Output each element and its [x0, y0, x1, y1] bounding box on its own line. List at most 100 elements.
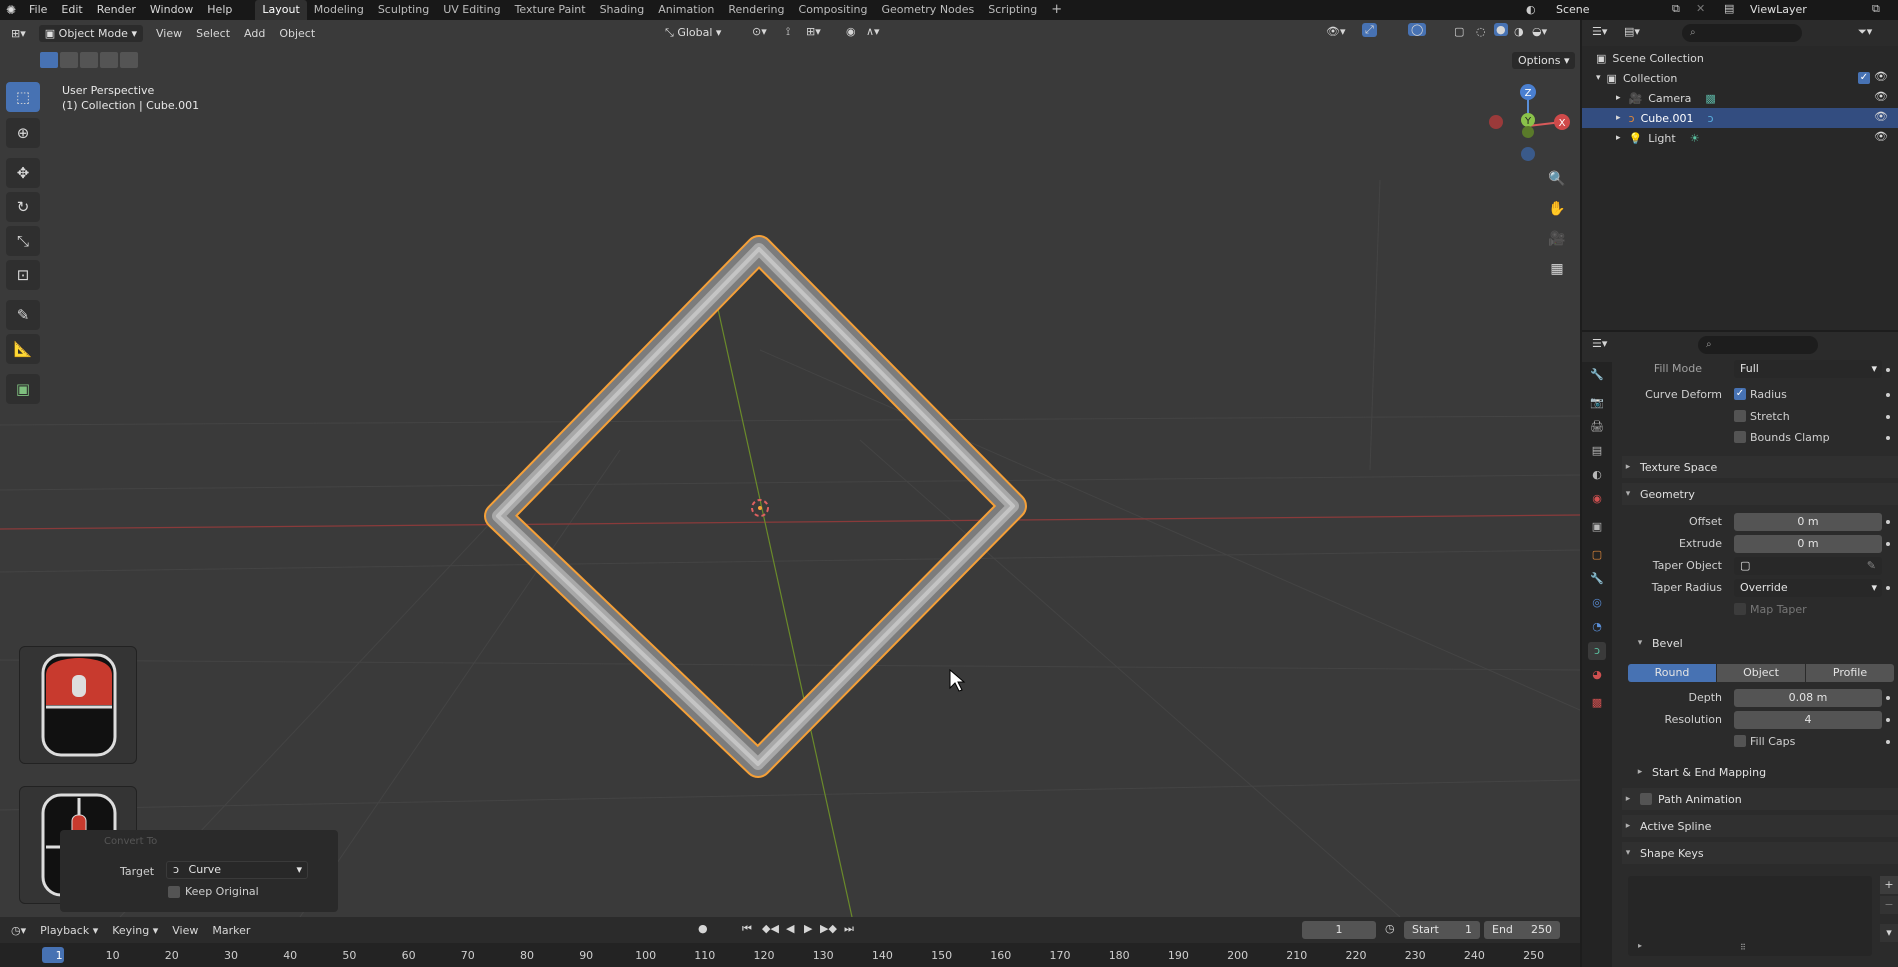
- object-tab-icon[interactable]: ▢: [1588, 546, 1606, 564]
- snap-icon[interactable]: ⟟: [786, 25, 790, 39]
- outliner-editor-icon[interactable]: ☰▾: [1592, 25, 1607, 38]
- proportional-edit-icon[interactable]: ◉: [846, 25, 856, 38]
- jump-keyframe-forward-icon[interactable]: ▶◆: [820, 922, 837, 935]
- expand-arrow-icon[interactable]: ▸: [1616, 133, 1621, 143]
- keep-original-checkbox[interactable]: [168, 886, 180, 898]
- options-button[interactable]: Options ▾: [1512, 52, 1576, 69]
- filter-icon[interactable]: ⏷▾: [1858, 25, 1872, 39]
- snap-target-icon[interactable]: ⊞▾: [806, 25, 821, 38]
- extrude-field[interactable]: 0 m: [1734, 535, 1882, 553]
- delete-scene-icon[interactable]: ✕: [1696, 2, 1705, 15]
- animate-dot[interactable]: [1886, 415, 1890, 419]
- jump-end-icon[interactable]: ⏭: [844, 922, 854, 936]
- tab-modeling[interactable]: Modeling: [307, 0, 371, 20]
- new-view-layer-icon[interactable]: ⧉: [1872, 2, 1880, 16]
- physics-tab-icon[interactable]: ◔: [1588, 618, 1606, 636]
- overlay-toggle-icon[interactable]: ◯: [1408, 23, 1427, 36]
- select-subtract-icon[interactable]: [80, 52, 98, 68]
- properties-editor-icon[interactable]: ☰▾: [1592, 337, 1607, 350]
- outliner-item-cube-001[interactable]: ▸ ↄ Cube.001 ↄ 👁: [1582, 108, 1898, 128]
- fill-mode-select[interactable]: Full ▾: [1734, 360, 1882, 378]
- shading-material-icon[interactable]: ◑: [1514, 25, 1524, 38]
- animate-dot[interactable]: [1886, 436, 1890, 440]
- gizmo-toggle-icon[interactable]: ⤢: [1362, 23, 1377, 37]
- auto-keying-icon[interactable]: ●: [698, 922, 708, 935]
- tool-tab-icon[interactable]: 🔧: [1588, 366, 1606, 384]
- marker-menu[interactable]: Marker: [205, 924, 257, 937]
- particles-tab-icon[interactable]: ◎: [1588, 594, 1606, 612]
- current-frame-field[interactable]: 1: [1302, 921, 1376, 939]
- outliner-collection[interactable]: ▾ ▣ Collection ✓ 👁: [1582, 68, 1898, 88]
- bevel-mode-round[interactable]: Round: [1628, 664, 1716, 682]
- collection-exclude-checkbox[interactable]: ✓: [1858, 72, 1870, 84]
- menu-render[interactable]: Render: [90, 0, 143, 20]
- camera-visibility-icon[interactable]: 👁: [1874, 90, 1888, 103]
- start-end-mapping-panel-header[interactable]: ▸ Start & End Mapping: [1634, 761, 1898, 783]
- shape-key-menu-icon[interactable]: ▾: [1880, 924, 1898, 942]
- animate-dot[interactable]: [1886, 696, 1890, 700]
- new-scene-icon[interactable]: ⧉: [1672, 2, 1680, 16]
- keying-menu[interactable]: Keying ▾: [105, 924, 165, 937]
- select-extend-icon[interactable]: [60, 52, 78, 68]
- tab-layout[interactable]: Layout: [255, 0, 307, 20]
- zoom-icon[interactable]: 🔍: [1544, 166, 1570, 192]
- select-box-tool[interactable]: ⬚: [6, 82, 40, 112]
- tab-geometry-nodes[interactable]: Geometry Nodes: [874, 0, 981, 20]
- output-tab-icon[interactable]: 🖨: [1588, 418, 1606, 436]
- expand-arrow-icon[interactable]: ▸: [1616, 93, 1621, 103]
- timeline-view-menu[interactable]: View: [165, 924, 205, 937]
- scene-tab-icon[interactable]: ◐: [1588, 466, 1606, 484]
- falloff-icon[interactable]: ∧▾: [866, 25, 880, 38]
- geometry-panel-header[interactable]: ▾ Geometry: [1622, 483, 1898, 505]
- menu-help[interactable]: Help: [200, 0, 239, 20]
- scene-name[interactable]: Scene: [1556, 3, 1590, 16]
- stretch-checkbox[interactable]: [1734, 410, 1746, 422]
- scene-icon[interactable]: ◐: [1526, 3, 1536, 16]
- map-taper-checkbox[interactable]: [1734, 603, 1746, 615]
- depth-field[interactable]: 0.08 m: [1734, 689, 1882, 707]
- animate-dot[interactable]: [1886, 718, 1890, 722]
- world-tab-icon[interactable]: ◉: [1588, 490, 1606, 508]
- menu-file[interactable]: File: [22, 0, 54, 20]
- view-layer-tab-icon[interactable]: ▤: [1588, 442, 1606, 460]
- view-layer-icon[interactable]: ▤: [1724, 2, 1734, 15]
- texture-space-panel-header[interactable]: ▸ Texture Space: [1622, 456, 1898, 478]
- shading-solid-icon[interactable]: ●: [1494, 23, 1508, 36]
- start-frame-field[interactable]: Start 1: [1404, 921, 1480, 939]
- menu-select[interactable]: Select: [189, 27, 237, 40]
- operator-title[interactable]: Convert To: [104, 836, 157, 847]
- tab-shading[interactable]: Shading: [593, 0, 652, 20]
- tab-uv-editing[interactable]: UV Editing: [436, 0, 507, 20]
- animate-dot[interactable]: [1886, 542, 1890, 546]
- tab-compositing[interactable]: Compositing: [792, 0, 875, 20]
- animate-dot[interactable]: [1886, 586, 1890, 590]
- menu-edit[interactable]: Edit: [54, 0, 89, 20]
- tab-texture-paint[interactable]: Texture Paint: [508, 0, 593, 20]
- add-cube-tool[interactable]: ▣: [6, 374, 40, 404]
- xray-icon[interactable]: ▢: [1454, 25, 1464, 38]
- taper-object-field[interactable]: ▢ ✎: [1734, 557, 1882, 575]
- play-reverse-icon[interactable]: ◀: [786, 922, 794, 935]
- end-frame-field[interactable]: End 250: [1484, 921, 1560, 939]
- scale-tool[interactable]: ⤡: [6, 226, 40, 256]
- transform-tool[interactable]: ⊡: [6, 260, 40, 290]
- select-difference-icon[interactable]: [100, 52, 118, 68]
- menu-add[interactable]: Add: [237, 27, 272, 40]
- visibility-icon[interactable]: 👁▾: [1326, 25, 1346, 38]
- shape-keys-list[interactable]: ▸ ⠿: [1628, 876, 1872, 956]
- path-animation-checkbox[interactable]: [1640, 793, 1652, 805]
- expand-arrow-icon[interactable]: ▸: [1616, 113, 1621, 123]
- tab-animation[interactable]: Animation: [651, 0, 721, 20]
- outliner-scene-collection[interactable]: ▣ Scene Collection: [1582, 48, 1898, 68]
- tab-sculpting[interactable]: Sculpting: [371, 0, 436, 20]
- collection-visibility-icon[interactable]: 👁: [1874, 70, 1888, 83]
- menu-object[interactable]: Object: [272, 27, 322, 40]
- properties-search-input[interactable]: ⌕: [1698, 336, 1818, 354]
- move-tool[interactable]: ✥: [6, 158, 40, 188]
- list-expand-icon[interactable]: ▸: [1638, 941, 1642, 950]
- animate-dot[interactable]: [1886, 740, 1890, 744]
- menu-window[interactable]: Window: [143, 0, 200, 20]
- bevel-panel-header[interactable]: ▾ Bevel: [1634, 632, 1898, 654]
- resolution-field[interactable]: 4: [1734, 711, 1882, 729]
- camera-view-icon[interactable]: 🎥: [1544, 226, 1570, 252]
